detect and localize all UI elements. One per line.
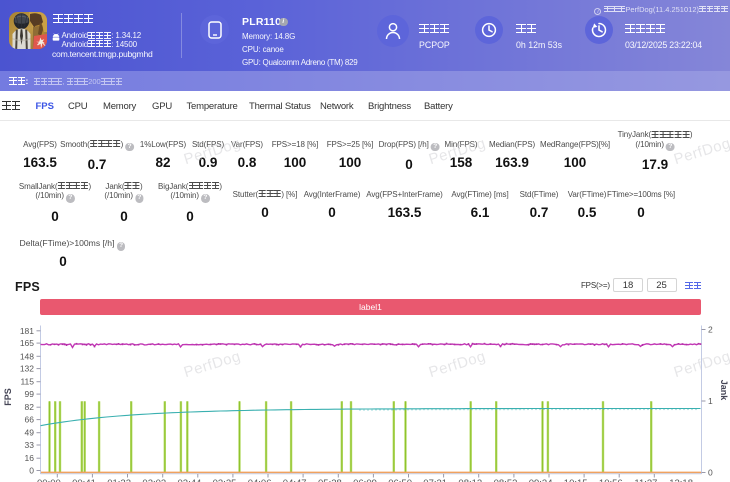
svg-text:01:22: 01:22 bbox=[107, 478, 131, 482]
svg-text:07:31: 07:31 bbox=[423, 478, 447, 482]
svg-text:33: 33 bbox=[25, 440, 35, 450]
svg-text:99: 99 bbox=[25, 389, 35, 399]
svg-text:02:44: 02:44 bbox=[178, 478, 202, 482]
svg-text:0: 0 bbox=[708, 468, 713, 478]
svg-text:06:09: 06:09 bbox=[353, 478, 377, 482]
svg-text:00:41: 00:41 bbox=[72, 478, 96, 482]
svg-text:11:37: 11:37 bbox=[634, 478, 657, 482]
svg-text:49: 49 bbox=[25, 428, 35, 438]
svg-text:115: 115 bbox=[20, 377, 34, 387]
svg-text:FPS: FPS bbox=[3, 388, 13, 406]
svg-text:00:00: 00:00 bbox=[37, 478, 61, 482]
svg-text:03:25: 03:25 bbox=[213, 478, 237, 482]
svg-text:02:03: 02:03 bbox=[142, 478, 166, 482]
svg-text:08:12: 08:12 bbox=[458, 478, 482, 482]
svg-text:08:53: 08:53 bbox=[494, 478, 518, 482]
svg-text:04:06: 04:06 bbox=[248, 478, 272, 482]
svg-text:16: 16 bbox=[25, 453, 35, 463]
svg-text:148: 148 bbox=[20, 351, 34, 361]
svg-text:Jank: Jank bbox=[719, 380, 729, 402]
svg-text:66: 66 bbox=[25, 415, 35, 425]
svg-text:10:56: 10:56 bbox=[599, 478, 623, 482]
svg-text:2: 2 bbox=[708, 325, 713, 335]
svg-text:10:15: 10:15 bbox=[564, 478, 588, 482]
svg-text:82: 82 bbox=[25, 402, 35, 412]
svg-text:04:47: 04:47 bbox=[283, 478, 307, 482]
svg-text:181: 181 bbox=[20, 326, 34, 336]
svg-text:132: 132 bbox=[20, 364, 34, 374]
svg-text:0: 0 bbox=[29, 466, 34, 476]
svg-text:09:34: 09:34 bbox=[529, 478, 553, 482]
svg-text:165: 165 bbox=[20, 338, 34, 348]
svg-text:05:28: 05:28 bbox=[318, 478, 342, 482]
svg-text:12:18: 12:18 bbox=[669, 478, 693, 482]
svg-text:06:50: 06:50 bbox=[388, 478, 412, 482]
svg-text:1: 1 bbox=[708, 396, 713, 406]
